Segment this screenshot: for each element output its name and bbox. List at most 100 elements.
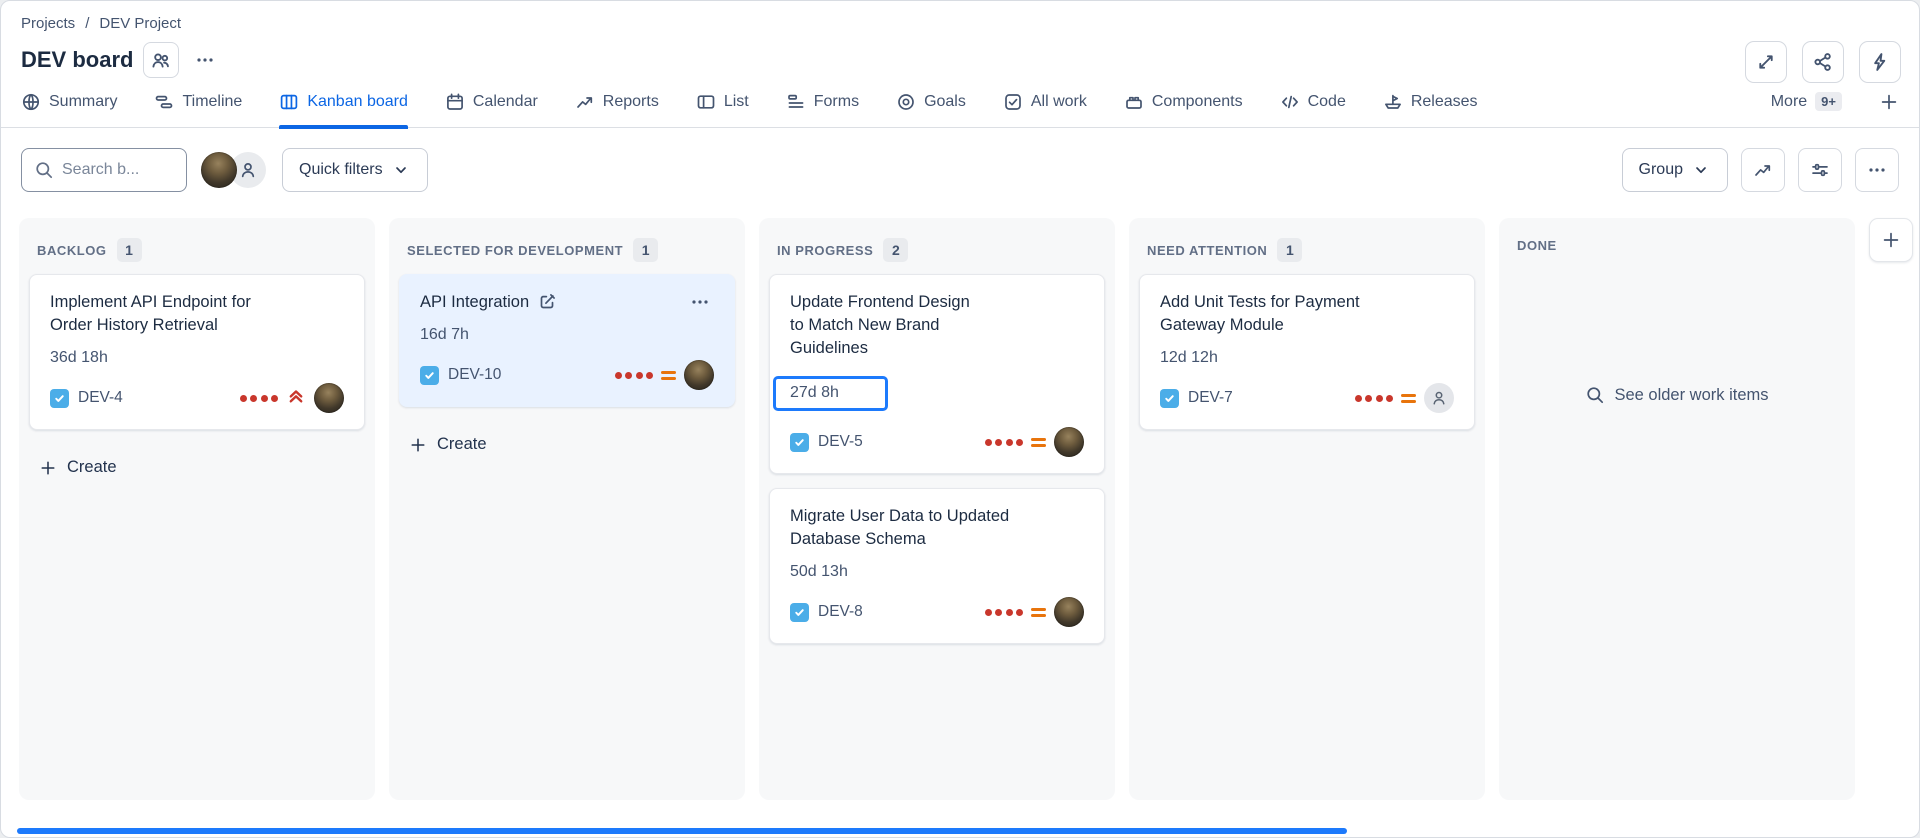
- globe-icon: [21, 92, 41, 112]
- card-time-estimate-focused[interactable]: 27d 8h: [773, 376, 888, 411]
- filter-bar: Quick filters Group: [1, 128, 1919, 192]
- assignee-avatar[interactable]: [1054, 597, 1084, 627]
- insights-button[interactable]: [1741, 148, 1785, 192]
- components-icon: [1124, 92, 1144, 112]
- fullscreen-button[interactable]: [1745, 41, 1787, 83]
- plus-icon: [1879, 92, 1899, 112]
- view-settings-button[interactable]: [1798, 148, 1842, 192]
- priority-medium-icon: [1031, 438, 1046, 447]
- unassigned-avatar[interactable]: [1424, 383, 1454, 413]
- see-older-label: See older work items: [1614, 386, 1768, 405]
- tab-releases[interactable]: Releases: [1383, 92, 1478, 128]
- top-bar: Projects / DEV Project DEV board: [1, 1, 1919, 78]
- priority-dots: [615, 372, 654, 379]
- card-title: API Integration: [420, 291, 529, 314]
- tab-reports[interactable]: Reports: [575, 92, 659, 128]
- board-more-button[interactable]: [189, 44, 221, 76]
- quick-filters-button[interactable]: Quick filters: [282, 148, 428, 192]
- column-done: DONE See older work items: [1499, 218, 1855, 800]
- search-input[interactable]: [62, 161, 174, 179]
- tab-forms[interactable]: Forms: [786, 92, 859, 128]
- priority-medium-icon: [661, 371, 676, 380]
- create-label: Create: [437, 435, 487, 454]
- target-icon: [896, 92, 916, 112]
- tab-label: Releases: [1411, 93, 1478, 111]
- group-button[interactable]: Group: [1622, 148, 1728, 192]
- tab-summary[interactable]: Summary: [21, 92, 117, 128]
- add-view-button[interactable]: [1879, 92, 1899, 128]
- tab-more[interactable]: More9+: [1771, 92, 1842, 127]
- quick-filters-label: Quick filters: [299, 161, 383, 179]
- create-issue-button[interactable]: Create: [399, 423, 497, 466]
- board-people-button[interactable]: [143, 42, 179, 78]
- column-title: NEED ATTENTION: [1147, 243, 1267, 258]
- board-options-button[interactable]: [1855, 148, 1899, 192]
- group-label: Group: [1639, 161, 1683, 179]
- tab-calendar[interactable]: Calendar: [445, 92, 538, 128]
- tab-components[interactable]: Components: [1124, 92, 1243, 128]
- priority-dots: [985, 609, 1024, 616]
- card-key: DEV-8: [818, 603, 863, 621]
- assignee-avatar[interactable]: [1054, 427, 1084, 457]
- card-title: Add Unit Tests for Payment Gateway Modul…: [1160, 291, 1392, 337]
- jira-board-window: Projects / DEV Project DEV board Summary…: [0, 0, 1920, 838]
- assignee-avatar[interactable]: [314, 383, 344, 413]
- column-title: DONE: [1517, 238, 1557, 253]
- task-type-icon: [1160, 389, 1179, 408]
- tab-label: Goals: [924, 93, 966, 111]
- tab-list[interactable]: List: [696, 92, 749, 128]
- share-button[interactable]: [1802, 41, 1844, 83]
- card-time-estimate: 36d 18h: [50, 349, 344, 367]
- tab-kanban-board[interactable]: Kanban board: [279, 92, 408, 128]
- tab-label: Timeline: [182, 93, 242, 111]
- priority-medium-icon: [1401, 394, 1416, 403]
- avatar[interactable]: [201, 152, 237, 188]
- column-count-badge: 2: [883, 238, 908, 262]
- tab-timeline[interactable]: Timeline: [154, 92, 242, 128]
- list-icon: [696, 92, 716, 112]
- tab-code[interactable]: Code: [1280, 92, 1346, 128]
- tab-label: Forms: [814, 93, 859, 111]
- edit-title-icon[interactable]: [537, 292, 557, 312]
- priority-medium-icon: [1031, 608, 1046, 617]
- tab-all-work[interactable]: All work: [1003, 92, 1087, 128]
- tab-goals[interactable]: Goals: [896, 92, 966, 128]
- card-dev-10[interactable]: API Integration 16d 7h DEV-10: [399, 274, 735, 407]
- priority-dots: [1355, 395, 1394, 402]
- card-dev-7[interactable]: Add Unit Tests for Payment Gateway Modul…: [1139, 274, 1475, 430]
- assignee-avatar[interactable]: [684, 360, 714, 390]
- more-count-badge: 9+: [1815, 92, 1842, 111]
- view-tabs: Summary Timeline Kanban board Calendar R…: [1, 78, 1919, 128]
- card-dev-5[interactable]: Update Frontend Design to Match New Bran…: [769, 274, 1105, 474]
- card-title: Implement API Endpoint for Order History…: [50, 291, 282, 337]
- expand-icon: [1755, 51, 1777, 73]
- search-icon: [34, 160, 54, 180]
- person-icon: [1430, 389, 1448, 407]
- column-in-progress: IN PROGRESS 2 Update Frontend Design to …: [759, 218, 1115, 800]
- task-type-icon: [790, 603, 809, 622]
- column-title: BACKLOG: [37, 243, 107, 258]
- see-older-work-items-link[interactable]: See older work items: [1507, 385, 1847, 405]
- create-issue-button[interactable]: Create: [29, 446, 127, 489]
- card-time-estimate: 12d 12h: [1160, 349, 1454, 367]
- breadcrumb-project[interactable]: DEV Project: [99, 15, 181, 32]
- card-dev-4[interactable]: Implement API Endpoint for Order History…: [29, 274, 365, 430]
- card-menu-button[interactable]: [686, 291, 714, 313]
- add-column-button[interactable]: [1869, 218, 1913, 262]
- horizontal-scrollbar[interactable]: [17, 828, 1347, 834]
- tab-label: Summary: [49, 93, 117, 111]
- chevron-down-icon: [391, 160, 411, 180]
- tab-label: Calendar: [473, 93, 538, 111]
- column-backlog: BACKLOG 1 Implement API Endpoint for Ord…: [19, 218, 375, 800]
- person-icon: [238, 160, 258, 180]
- tab-label: All work: [1031, 93, 1087, 111]
- plus-icon: [1881, 230, 1901, 250]
- member-filter-avatars: [201, 152, 266, 188]
- task-type-icon: [420, 366, 439, 385]
- search-box[interactable]: [21, 148, 187, 192]
- breadcrumb-projects[interactable]: Projects: [21, 15, 75, 32]
- automation-button[interactable]: [1859, 41, 1901, 83]
- tab-label: Code: [1308, 93, 1346, 111]
- create-label: Create: [67, 458, 117, 477]
- card-dev-8[interactable]: Migrate User Data to Updated Database Sc…: [769, 488, 1105, 644]
